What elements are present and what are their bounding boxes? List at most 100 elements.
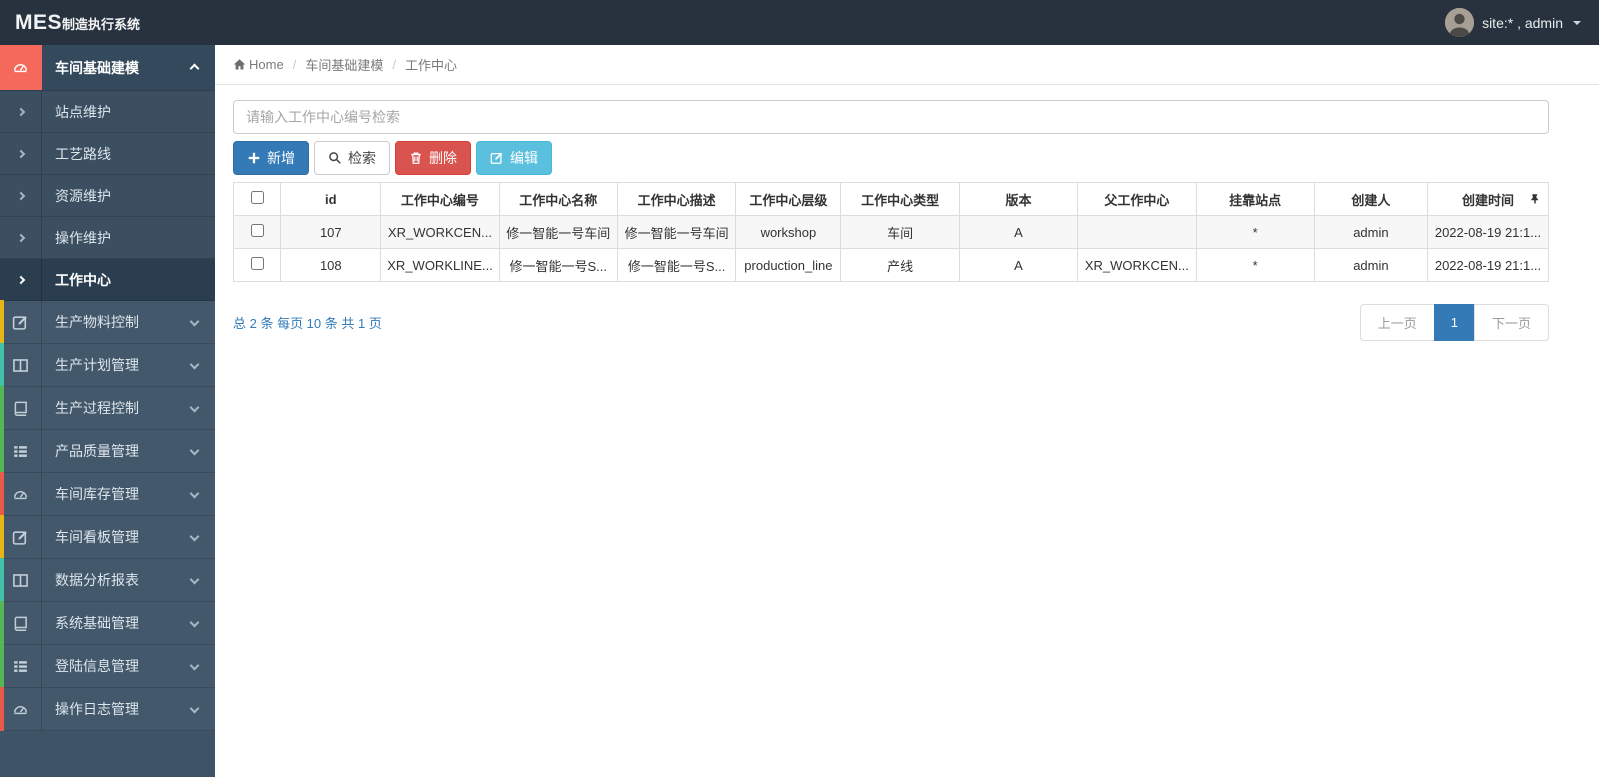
table-cell: 修一智能一号车间 (498, 215, 618, 249)
column-header-parent[interactable]: 父工作中心 (1077, 182, 1197, 216)
prev-page-button[interactable]: 上一页 (1359, 304, 1435, 341)
columns-icon (0, 344, 42, 386)
app-logo[interactable]: MES 制造执行系统 (0, 11, 140, 35)
chevron-down-icon (189, 703, 200, 714)
table-cell: * (1195, 248, 1315, 282)
gauge-icon (0, 473, 42, 515)
select-all-checkbox[interactable] (250, 191, 264, 204)
table-header-row: id 工作中心编号 工作中心名称 工作中心描述 工作中心层级 工作中心类型 版本… (232, 182, 1550, 216)
edit-button[interactable]: 编辑 (476, 141, 552, 175)
columns-icon (0, 559, 42, 601)
pagination: 总 2 条 每页 10 条 共 1 页 上一页 1 下一页 (233, 304, 1549, 341)
sidebar-item-label: 操作维护 (55, 229, 111, 246)
next-page-button[interactable]: 下一页 (1473, 304, 1549, 341)
sidebar-item-workshop-modeling[interactable]: 车间基础建模 (0, 45, 215, 91)
sidebar-item-workshop-kanban-management[interactable]: 车间看板管理 (0, 515, 215, 559)
table-cell: A (958, 215, 1079, 249)
sidebar-item-process-route[interactable]: 工艺路线 (0, 133, 215, 175)
search-input[interactable] (233, 100, 1549, 134)
chevron-right-icon (0, 175, 42, 216)
column-header-level[interactable]: 工作中心层级 (735, 182, 842, 216)
chevron-down-icon (189, 316, 200, 327)
column-header-code[interactable]: 工作中心编号 (380, 182, 500, 216)
caret-down-icon (1573, 20, 1581, 25)
sidebar-item-label: 系统基础管理 (55, 615, 139, 631)
column-header-description[interactable]: 工作中心描述 (616, 182, 737, 216)
breadcrumb-home[interactable]: Home (233, 57, 284, 72)
color-strip (0, 644, 4, 688)
sidebar-item-label: 资源维护 (55, 187, 111, 204)
delete-button[interactable]: 删除 (395, 141, 471, 175)
pager: 上一页 1 下一页 (1359, 304, 1549, 341)
sidebar-item-production-material-control[interactable]: 生产物料控制 (0, 300, 215, 344)
column-header-created-time[interactable]: 创建时间 (1426, 182, 1550, 216)
table-cell: 修一智能一号S... (498, 248, 618, 282)
sidebar-item-login-info-management[interactable]: 登陆信息管理 (0, 644, 215, 688)
sidebar-item-system-basic-management[interactable]: 系统基础管理 (0, 601, 215, 645)
sidebar-item-label: 工作中心 (55, 271, 111, 288)
column-header-type[interactable]: 工作中心类型 (840, 182, 960, 216)
chevron-up-icon (189, 63, 200, 74)
th-list-icon (0, 430, 42, 472)
main-content: Home / 车间基础建模 / 工作中心 新增 检索 删除 编辑 (215, 45, 1599, 777)
gauge-icon (0, 688, 42, 730)
breadcrumb-separator: / (292, 57, 297, 72)
chevron-down-icon (189, 574, 200, 585)
sidebar-item-station-maintenance[interactable]: 站点维护 (0, 91, 215, 133)
column-header-creator[interactable]: 创建人 (1313, 182, 1428, 216)
sidebar: 车间基础建模 站点维护 工艺路线 资源维护 操作维护 工作中心 生产物料控制 生… (0, 45, 215, 777)
color-strip (0, 472, 4, 516)
table-cell: 107 (280, 215, 382, 249)
sidebar-item-production-plan-management[interactable]: 生产计划管理 (0, 343, 215, 387)
sidebar-item-workshop-inventory-management[interactable]: 车间库存管理 (0, 472, 215, 516)
user-menu[interactable]: site:* , admin (1445, 8, 1599, 37)
sidebar-item-operation-log-management[interactable]: 操作日志管理 (0, 687, 215, 731)
table-cell: * (1195, 215, 1315, 249)
breadcrumb-separator: / (392, 57, 396, 72)
sidebar-item-production-process-control[interactable]: 生产过程控制 (0, 386, 215, 430)
chevron-down-icon (189, 488, 200, 499)
sidebar-item-work-center[interactable]: 工作中心 (0, 259, 215, 301)
table-cell: XR_WORKCEN... (1077, 248, 1197, 282)
top-navbar: MES 制造执行系统 site:* , admin (0, 0, 1599, 45)
sidebar-item-label: 操作日志管理 (55, 701, 139, 717)
search-button[interactable]: 检索 (314, 141, 390, 175)
table-cell: A (958, 248, 1079, 282)
row-checkbox[interactable] (250, 257, 264, 270)
column-header-name[interactable]: 工作中心名称 (498, 182, 618, 216)
add-button[interactable]: 新增 (233, 141, 309, 175)
table-row[interactable]: 108 XR_WORKLINE... 修一智能一号S... 修一智能一号S...… (232, 248, 1550, 282)
sidebar-item-operation-maintenance[interactable]: 操作维护 (0, 217, 215, 259)
row-select-cell (232, 248, 282, 282)
toolbar: 新增 检索 删除 编辑 (233, 141, 1549, 175)
edit-icon (490, 152, 503, 164)
column-header-station[interactable]: 挂靠站点 (1195, 182, 1315, 216)
table-cell (1077, 215, 1197, 249)
breadcrumb: Home / 车间基础建模 / 工作中心 (215, 45, 1599, 85)
pagination-summary: 总 2 条 每页 10 条 共 1 页 (233, 316, 382, 331)
table-row[interactable]: 107 XR_WORKCEN... 修一智能一号车间 修一智能一号车间 work… (232, 215, 1550, 249)
sidebar-item-label: 车间看板管理 (55, 529, 139, 545)
row-select-cell (232, 215, 282, 249)
sidebar-item-data-analysis-report[interactable]: 数据分析报表 (0, 558, 215, 602)
color-strip (0, 515, 4, 559)
column-header-version[interactable]: 版本 (958, 182, 1079, 216)
breadcrumb-current: 工作中心 (404, 58, 457, 73)
column-header-id[interactable]: id (280, 182, 382, 216)
color-strip (0, 386, 4, 430)
page-1-button[interactable]: 1 (1433, 304, 1475, 341)
sidebar-item-product-quality-management[interactable]: 产品质量管理 (0, 429, 215, 473)
color-strip (0, 687, 4, 731)
pin-icon[interactable] (1529, 193, 1541, 205)
color-strip (0, 601, 4, 645)
chevron-down-icon (189, 617, 200, 628)
table-cell: production_line (735, 248, 842, 282)
breadcrumb-level1[interactable]: 车间基础建模 (305, 55, 383, 74)
chevron-right-icon (0, 217, 42, 258)
table-cell: 产线 (840, 248, 960, 282)
chevron-down-icon (189, 531, 200, 542)
sidebar-item-resource-maintenance[interactable]: 资源维护 (0, 175, 215, 217)
table-cell: 修一智能一号S... (616, 248, 737, 282)
sidebar-item-label: 站点维护 (55, 103, 111, 120)
row-checkbox[interactable] (250, 224, 264, 237)
